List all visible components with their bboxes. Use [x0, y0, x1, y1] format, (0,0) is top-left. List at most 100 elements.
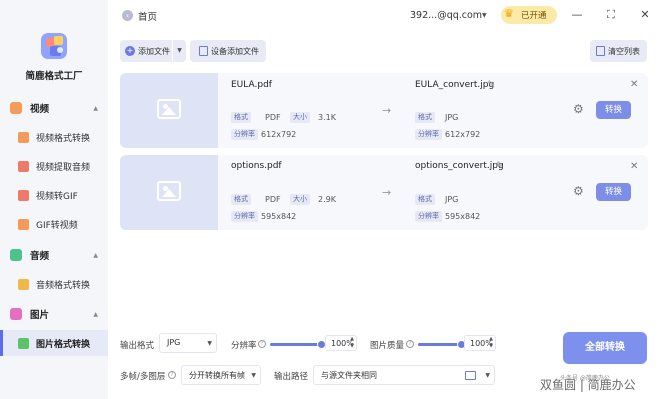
- close-icon[interactable]: ✕: [630, 79, 638, 90]
- trash-icon: [596, 46, 605, 56]
- help-icon[interactable]: ?: [258, 340, 266, 348]
- quality-input[interactable]: 100% ▲ ▼: [464, 335, 496, 351]
- spinner-icon[interactable]: ▲ ▼: [350, 336, 354, 350]
- format-value: PDF: [265, 113, 281, 122]
- frames-value: 分开转换所有帧: [189, 371, 245, 380]
- output-resolution-value: 595x842: [445, 212, 481, 221]
- sidebar-item-image-convert[interactable]: 图片格式转换: [0, 330, 108, 356]
- resolution-tag: 分辨率: [231, 129, 258, 140]
- sidebar-category-image[interactable]: 图片 ▲: [0, 303, 108, 325]
- arrow-right-icon: →: [382, 186, 392, 199]
- output-path-select[interactable]: 与源文件夹相同 ▼: [313, 365, 495, 385]
- sidebar-item-label: 视频转GIF: [36, 191, 78, 202]
- chevron-down-icon[interactable]: ▼: [172, 40, 186, 62]
- minimize-icon[interactable]: —: [570, 8, 584, 22]
- file-thumbnail: [120, 73, 218, 148]
- frames-select[interactable]: 分开转换所有帧 ▼: [181, 365, 261, 385]
- output-format-tag: 格式: [415, 194, 435, 205]
- sidebar-item-gif-to-video[interactable]: GIF转视频: [0, 211, 108, 237]
- chevron-down-icon[interactable]: ▼: [482, 12, 487, 19]
- watermark-small: 头条号 @简鹿办公: [560, 375, 610, 382]
- audio-icon: [10, 249, 22, 261]
- video-convert-icon: [18, 131, 29, 143]
- frames-label: 多帧/多图层: [120, 372, 166, 382]
- file-thumbnail: [120, 155, 218, 230]
- convert-button[interactable]: 转换: [596, 183, 631, 201]
- chevron-up-icon: ▲: [93, 251, 98, 259]
- file-card: EULA.pdf 格式 PDF 大小 3.1K 分辨率 612x792 → EU…: [120, 73, 648, 148]
- chevron-up-icon: ▲: [93, 310, 98, 318]
- sidebar-category-label: 视频: [30, 104, 50, 115]
- output-format-value: JPG: [445, 195, 459, 204]
- pencil-icon[interactable]: ✎: [496, 161, 504, 171]
- chevron-down-icon[interactable]: ▼: [485, 372, 490, 379]
- help-icon[interactable]: ?: [168, 371, 176, 379]
- format-value: PDF: [265, 195, 281, 204]
- quality-slider[interactable]: [418, 340, 466, 349]
- convert-all-button[interactable]: 全部转换: [563, 332, 647, 364]
- video-icon: [10, 102, 22, 114]
- folder-icon[interactable]: [465, 371, 476, 380]
- plus-icon: +: [125, 46, 135, 56]
- image-icon: [10, 308, 22, 320]
- maximize-icon[interactable]: ⛶: [604, 8, 618, 22]
- output-format-tag: 格式: [415, 112, 435, 123]
- close-window-icon[interactable]: ✕: [638, 8, 652, 22]
- sidebar-item-label: GIF转视频: [36, 220, 78, 231]
- size-value: 2.9K: [318, 195, 336, 204]
- sidebar-item-label: 图片格式转换: [36, 339, 91, 350]
- vip-badge[interactable]: ♛ 已开通: [501, 6, 557, 24]
- chevron-down-icon: ▼: [251, 372, 256, 379]
- size-tag: 大小: [290, 194, 310, 205]
- spinner-icon[interactable]: ▲ ▼: [489, 336, 493, 350]
- resolution-value: 595x842: [261, 212, 297, 221]
- sidebar-category-label: 图片: [30, 310, 50, 321]
- arrow-right-icon: →: [382, 104, 392, 117]
- sidebar-item-label: 视频提取音频: [36, 162, 91, 173]
- output-format-value: JPG: [167, 338, 181, 347]
- gear-icon[interactable]: ⚙: [573, 102, 584, 116]
- sidebar-category-label: 音频: [30, 251, 50, 262]
- account-label[interactable]: 392...@qq.com: [410, 10, 482, 21]
- breadcrumb-home[interactable]: 首页: [138, 9, 157, 23]
- sidebar-category-video[interactable]: 视频 ▲: [0, 97, 108, 119]
- add-folder-label: 设备添加文件: [211, 47, 259, 56]
- pencil-icon[interactable]: ✎: [487, 80, 495, 90]
- file-name: EULA.pdf: [231, 80, 272, 90]
- output-format-value: JPG: [445, 113, 459, 122]
- add-file-button[interactable]: + 添加文件 ▼: [120, 40, 186, 62]
- app-logo-icon: [41, 33, 67, 59]
- output-path-label: 输出路径: [274, 372, 309, 382]
- sidebar-item-label: 视频格式转换: [36, 133, 91, 144]
- extract-audio-icon: [18, 160, 29, 172]
- output-file-name: EULA_convert.jpg: [415, 80, 495, 90]
- help-icon[interactable]: ?: [406, 340, 414, 348]
- quality-slider-fill: [418, 343, 462, 346]
- output-format-select[interactable]: JPG ▼: [159, 333, 217, 353]
- convert-button[interactable]: 转换: [596, 101, 631, 119]
- image-placeholder-icon: [157, 181, 181, 201]
- sidebar-item-extract-audio[interactable]: 视频提取音频: [0, 153, 108, 179]
- clear-list-button[interactable]: 清空列表: [590, 40, 647, 62]
- resolution-label: 分辨率: [231, 341, 257, 351]
- sidebar-item-audio-convert[interactable]: 音频格式转换: [0, 271, 108, 297]
- sidebar-item-video-to-gif[interactable]: 视频转GIF: [0, 182, 108, 208]
- image-convert-icon: [18, 337, 29, 349]
- add-file-label: 添加文件: [138, 47, 170, 56]
- resolution-tag: 分辨率: [231, 211, 258, 222]
- close-icon[interactable]: ✕: [630, 161, 638, 172]
- resolution-slider-fill: [270, 343, 322, 346]
- format-tag: 格式: [231, 194, 251, 205]
- output-resolution-tag: 分辨率: [415, 211, 442, 222]
- add-folder-button[interactable]: 设备添加文件: [190, 40, 266, 62]
- gear-icon[interactable]: ⚙: [573, 184, 584, 198]
- resolution-input[interactable]: 100% ▲ ▼: [325, 335, 357, 351]
- arrow-left-icon[interactable]: ‹: [122, 10, 133, 21]
- format-tag: 格式: [231, 112, 251, 123]
- sidebar-item-label: 音频格式转换: [36, 280, 91, 291]
- sidebar-category-audio[interactable]: 音频 ▲: [0, 244, 108, 266]
- topbar: ‹ 首页 392...@qq.com ▼ ♛ 已开通 — ⛶ ✕: [108, 0, 660, 32]
- gif-icon: [18, 189, 29, 201]
- resolution-slider[interactable]: [270, 340, 326, 349]
- sidebar-item-video-convert[interactable]: 视频格式转换: [0, 124, 108, 150]
